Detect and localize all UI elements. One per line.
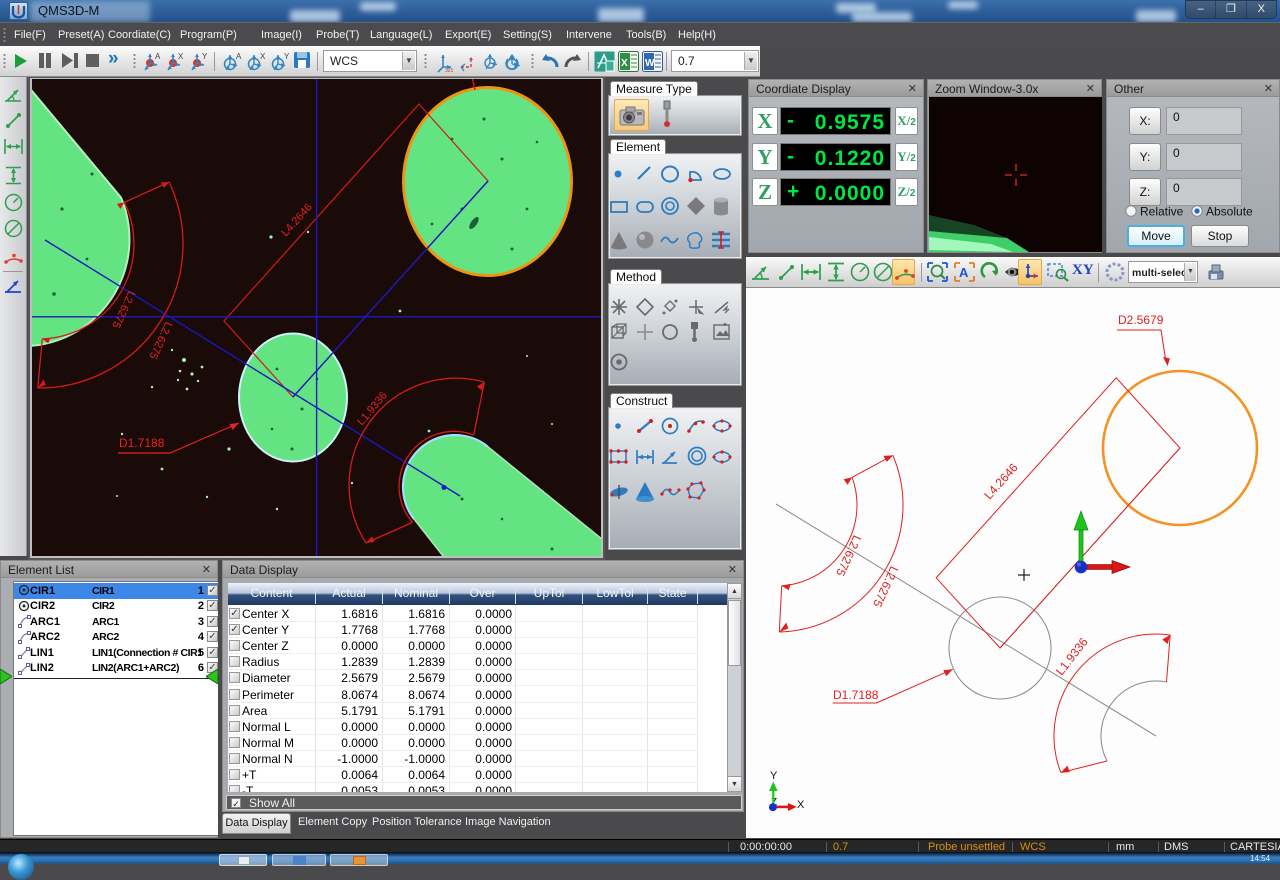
svg-text:A: A (155, 52, 161, 61)
svg-text:Y: Y (202, 52, 208, 61)
svg-text:X: X (178, 52, 184, 61)
svg-text:X: X (797, 799, 805, 811)
svg-text:A: A (236, 52, 242, 61)
svg-text:Absolute: Absolute (1206, 205, 1253, 219)
svg-text:D1.7188: D1.7188 (833, 688, 879, 702)
svg-text:Y: Y (770, 770, 778, 782)
svg-text:Relative: Relative (1140, 205, 1184, 219)
svg-text:X: X (621, 58, 628, 69)
svg-text:A: A (959, 265, 969, 280)
svg-text:321: 321 (445, 68, 454, 73)
svg-text:D2.5679: D2.5679 (1118, 313, 1164, 327)
svg-text:D1.7188: D1.7188 (119, 436, 165, 450)
svg-text:X: X (260, 52, 266, 61)
svg-text:W: W (645, 58, 655, 69)
svg-text:Y: Y (284, 52, 290, 61)
